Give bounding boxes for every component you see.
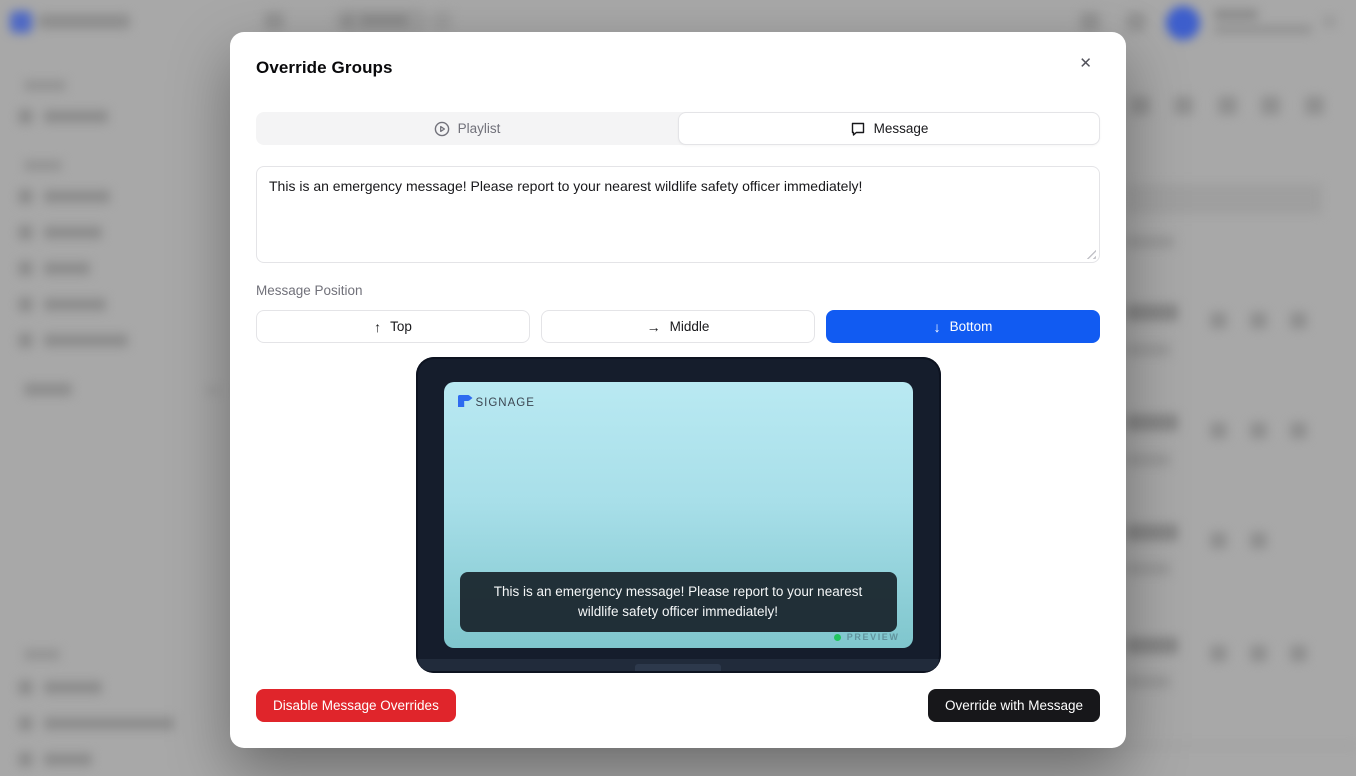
arrow-right-icon: → (647, 320, 661, 334)
position-top-button[interactable]: ↑ Top (256, 310, 530, 343)
tv-preview: SIGNAGE This is an emergency message! Pl… (416, 357, 941, 673)
position-bottom-button[interactable]: ↓ Bottom (826, 310, 1100, 343)
signage-brand-label: SIGNAGE (476, 397, 535, 409)
preview-badge-label: PREVIEW (847, 632, 900, 642)
arrow-down-icon: ↓ (934, 320, 941, 334)
message-textarea[interactable]: This is an emergency message! Please rep… (256, 166, 1100, 263)
arrow-up-icon: ↑ (374, 320, 381, 334)
modal-title: Override Groups (256, 58, 393, 78)
pisignage-logo-icon (458, 394, 473, 412)
override-type-tabs: Playlist Message (256, 112, 1100, 145)
chat-icon (850, 121, 866, 137)
disable-message-overrides-button[interactable]: Disable Message Overrides (256, 689, 456, 722)
tab-playlist-label: Playlist (458, 121, 501, 136)
preview-badge: PREVIEW (834, 632, 900, 642)
preview-screen: SIGNAGE This is an emergency message! Pl… (444, 382, 913, 648)
position-middle-button[interactable]: → Middle (541, 310, 815, 343)
tv-stand-notch (635, 664, 721, 671)
preview-message-box: This is an emergency message! Please rep… (460, 572, 897, 632)
position-top-label: Top (390, 319, 412, 334)
position-middle-label: Middle (670, 319, 710, 334)
override-with-message-button[interactable]: Override with Message (928, 689, 1100, 722)
position-bottom-label: Bottom (950, 319, 993, 334)
message-position-label: Message Position (256, 283, 1100, 300)
signage-brand: SIGNAGE (458, 394, 535, 412)
close-icon[interactable]: ✕ (1077, 54, 1094, 73)
override-groups-modal: Override Groups ✕ Playlist Message This … (230, 32, 1126, 748)
tab-playlist[interactable]: Playlist (256, 112, 678, 145)
green-dot-icon (834, 634, 841, 641)
play-circle-icon (434, 121, 450, 137)
message-position-group: ↑ Top → Middle ↓ Bottom (256, 310, 1100, 343)
tab-message-label: Message (874, 121, 929, 136)
tab-message[interactable]: Message (678, 112, 1100, 145)
